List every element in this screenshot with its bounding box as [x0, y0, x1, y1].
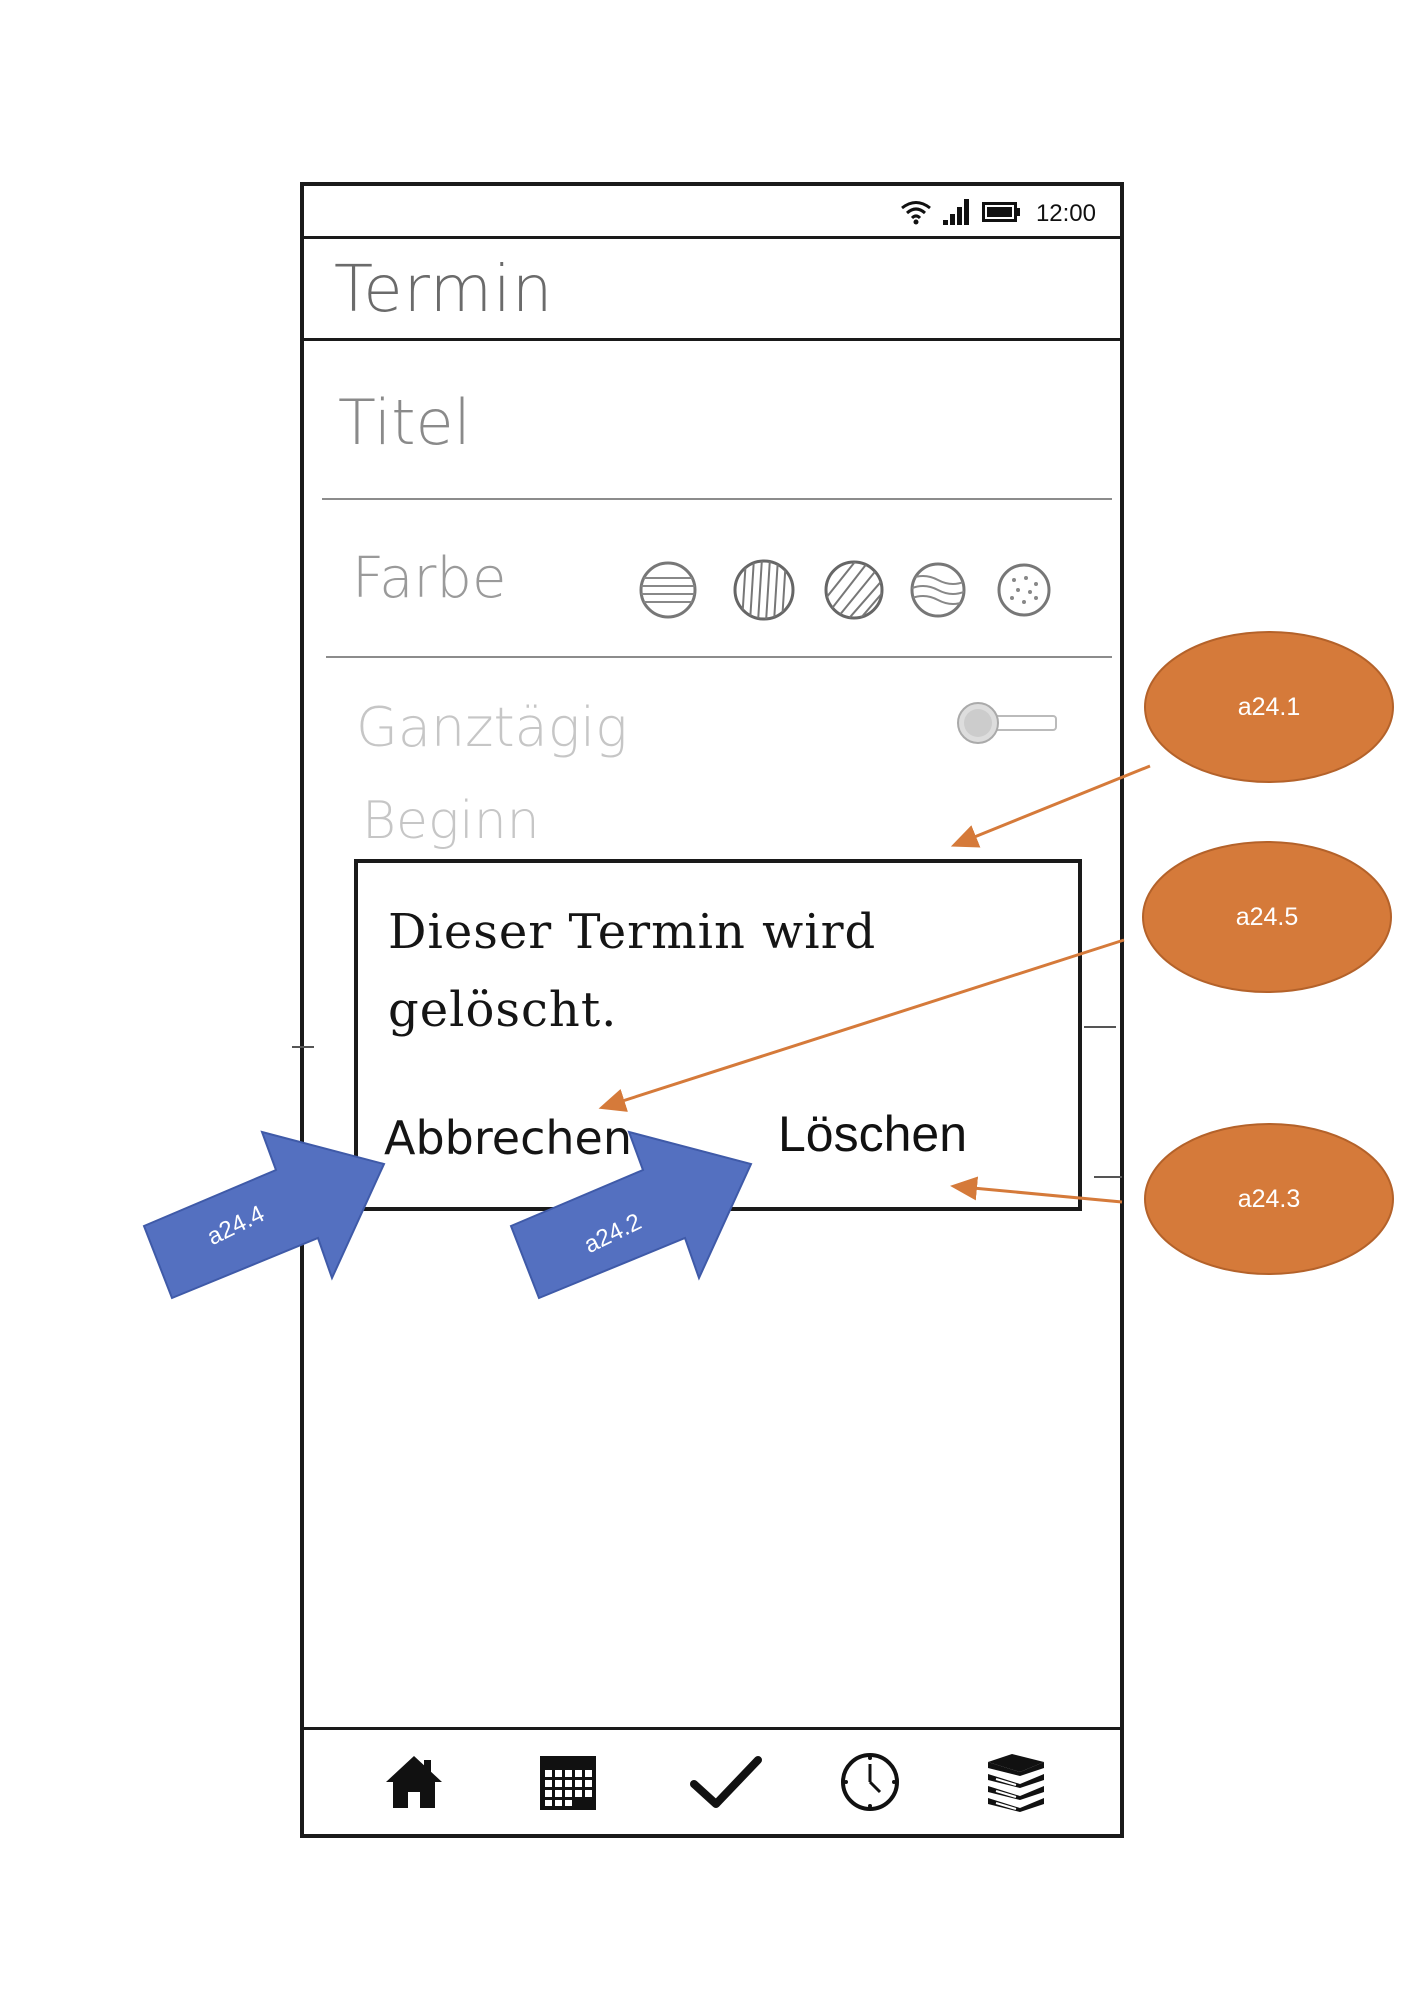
annotation-connectors: [598, 764, 1151, 1204]
arrow-a24-2: a24.2: [503, 1128, 763, 1308]
callout-a24-1: a24.1: [1143, 630, 1395, 784]
arrow-a24-4: a24.4: [136, 1128, 396, 1308]
connector-line: [950, 1176, 1123, 1204]
callout-label: a24.5: [1235, 902, 1299, 931]
connector-line: [598, 938, 1125, 1112]
callout-label: a24.3: [1237, 1184, 1301, 1213]
callout-a24-3: a24.3: [1143, 1122, 1395, 1276]
connector-line: [950, 764, 1151, 848]
callout-label: a24.1: [1237, 692, 1301, 721]
callout-a24-5: a24.5: [1141, 840, 1393, 994]
